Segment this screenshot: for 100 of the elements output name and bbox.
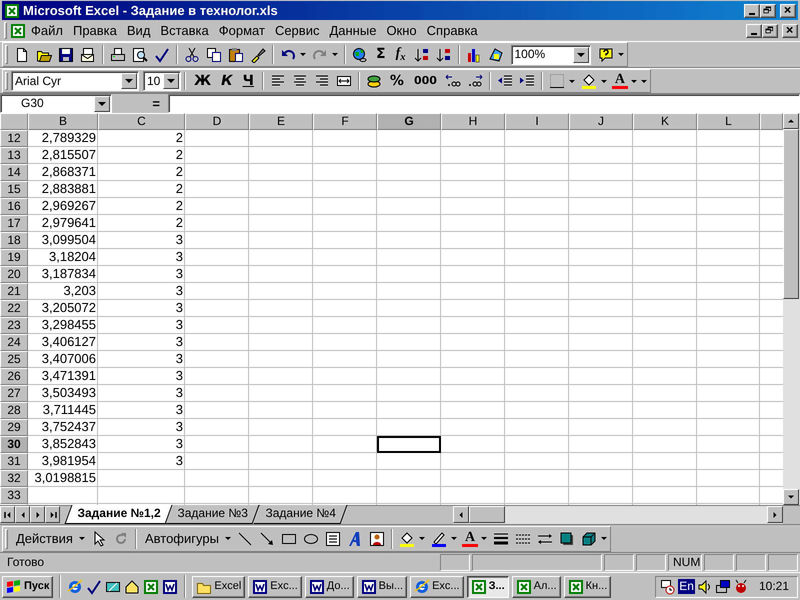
close-button[interactable] [780,4,796,18]
menu-item[interactable]: Вставка [155,22,214,40]
row-header[interactable]: 22 [0,300,28,317]
horizontal-scrollbar[interactable] [453,506,783,524]
column-header[interactable]: D [185,113,249,130]
menu-item[interactable]: Вид [122,22,156,40]
menu-item[interactable]: Данные [324,22,382,40]
column-header[interactable]: C [98,113,185,130]
sheet-tab[interactable]: Задание №3 [166,505,260,524]
sort-descending-icon[interactable] [436,46,452,62]
line-icon[interactable] [236,530,253,546]
row-header[interactable]: 17 [0,215,28,232]
dropdown-button[interactable] [121,73,137,89]
taskbar-button[interactable]: До... [304,576,354,598]
clipart-icon[interactable] [368,530,385,546]
restore-button[interactable] [760,4,776,18]
italic-button[interactable]: К [216,72,238,90]
column-header[interactable]: F [313,113,377,130]
line-style-icon[interactable] [493,530,510,546]
scroll-left-button[interactable] [453,506,469,523]
minimize-button[interactable] [744,4,760,18]
bold-button[interactable]: Ж [189,72,216,90]
row-header[interactable]: 30 [0,436,28,453]
print-preview-icon[interactable] [132,46,148,62]
active-cell[interactable] [377,436,441,453]
language-indicator[interactable]: En [678,579,695,594]
column-header[interactable]: L [697,113,760,130]
document-icon[interactable] [162,578,178,594]
row-header[interactable]: 15 [0,181,28,198]
menu-item[interactable]: Формат [214,22,270,40]
row-header[interactable]: 29 [0,419,28,436]
column-header[interactable]: B [28,113,98,130]
column-header[interactable]: E [249,113,313,130]
dropdown-button[interactable] [94,96,110,112]
name-box[interactable]: G30 [0,94,112,113]
scroll-up-button[interactable] [783,113,799,129]
autoshapes-menu[interactable]: Автофигуры [140,530,224,548]
speaker-icon[interactable] [696,578,713,594]
coins-icon[interactable] [366,73,382,89]
caret-icon[interactable] [601,537,608,540]
menu-item[interactable]: Файл [26,22,68,40]
row-header[interactable]: 13 [0,147,28,164]
row-header[interactable]: 27 [0,385,28,402]
minimize-button[interactable] [746,24,762,38]
taskbar-button[interactable]: Excel [192,576,246,598]
decrease-decimal-icon[interactable] [466,73,483,89]
borders-icon[interactable] [548,73,565,89]
new-document-icon[interactable] [14,46,30,62]
row-header[interactable]: 33 [0,487,28,504]
clipboard-icon[interactable] [228,46,244,62]
formula-field[interactable] [168,94,800,113]
function-button[interactable]: f$_{x}$ [390,45,410,64]
sheet-nav-button[interactable] [0,506,15,523]
row-header[interactable]: 24 [0,334,28,351]
sheet-tab[interactable]: Задание №4 [253,505,348,524]
taskbar-button[interactable]: Кн... [564,576,612,598]
row-header[interactable]: 12 [0,130,28,147]
column-header[interactable] [760,113,783,130]
scrollbar-thumb[interactable] [783,129,799,299]
percent-button[interactable]: % [384,72,409,90]
menu-item[interactable]: Справка [422,22,483,40]
caret-icon[interactable] [332,53,338,56]
row-header[interactable]: 23 [0,317,28,334]
row-header[interactable]: 18 [0,232,28,249]
scheduler-icon[interactable] [660,578,676,594]
spreadsheet-icon[interactable] [143,578,160,594]
select-all-button[interactable] [0,113,28,130]
notepad-icon[interactable] [86,578,102,594]
autosum-button[interactable]: Σ [371,45,391,64]
font-color-button[interactable]: A [462,530,478,546]
row-header[interactable]: 28 [0,402,28,419]
bug-icon[interactable] [732,578,749,594]
start-button[interactable]: Пуск [2,576,54,598]
sheet-nav-button[interactable] [45,506,60,523]
increase-decimal-icon[interactable] [444,73,461,89]
browser-icon[interactable] [67,578,84,594]
merge-center-icon[interactable] [336,73,352,89]
sheet-nav-button[interactable] [30,506,45,523]
font-color-button[interactable]: A [612,73,628,89]
taskbar-button[interactable]: З... [466,576,509,598]
caret-icon[interactable] [481,537,488,540]
close-button[interactable] [782,24,798,38]
bar-chart-icon[interactable] [466,46,482,62]
row-header[interactable]: 16 [0,198,28,215]
taskbar-button[interactable]: Вы... [356,576,408,598]
thousands-button[interactable]: 000 [408,73,442,89]
fill-bucket-icon[interactable] [398,530,415,546]
caret-icon[interactable] [224,537,231,540]
help-icon[interactable] [598,46,614,62]
taskbar-button[interactable]: Exc... [248,576,302,598]
row-header[interactable]: 25 [0,351,28,368]
caret-icon[interactable] [618,53,624,56]
arrow-icon[interactable] [258,530,275,546]
row-header[interactable]: 32 [0,470,28,487]
checkmark-icon[interactable] [154,46,170,62]
spreadsheet-icon[interactable] [10,22,26,38]
caret-icon[interactable] [450,537,457,540]
column-header[interactable]: I [505,113,569,130]
equals-button[interactable]: = [152,96,160,112]
scrollbar-thumb[interactable] [469,506,505,523]
